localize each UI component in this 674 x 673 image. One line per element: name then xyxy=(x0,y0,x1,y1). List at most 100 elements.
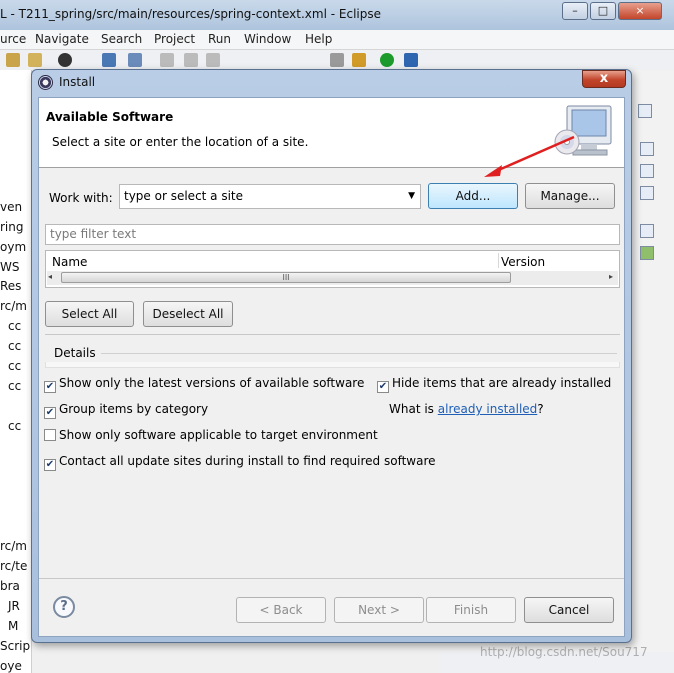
dialog-title: Install xyxy=(59,75,96,89)
eclipse-window-title: L - T211_spring/src/main/resources/sprin… xyxy=(0,7,381,21)
scroll-right-icon[interactable]: ▸ xyxy=(609,272,613,281)
option-label: Group items by category xyxy=(59,402,209,416)
tree-item[interactable]: bra xyxy=(0,579,20,593)
outline-icon[interactable] xyxy=(640,164,654,178)
deselect-all-button[interactable]: Deselect All xyxy=(143,301,233,327)
servers-icon[interactable] xyxy=(640,246,654,260)
toolbar-edit-icon[interactable] xyxy=(28,53,42,67)
toolbar-step-icon[interactable] xyxy=(160,53,174,67)
manage-button[interactable]: Manage... xyxy=(525,183,615,209)
toolbar-list-icon[interactable] xyxy=(330,53,344,67)
eclipse-menubar: urce Navigate Search Project Run Window … xyxy=(0,30,674,50)
page-title: Available Software xyxy=(46,110,174,124)
package-explorer-strip: ven ring oym WS Res rc/m cc cc cc cc cc … xyxy=(0,70,32,673)
tree-item[interactable]: rc/m xyxy=(0,299,27,313)
tree-item[interactable]: Res xyxy=(0,279,21,293)
option-latest-versions[interactable]: ✔ Show only the latest versions of availa… xyxy=(44,376,364,393)
tree-item[interactable]: cc xyxy=(8,379,21,393)
help-icon[interactable]: ? xyxy=(53,596,75,618)
menu-source[interactable]: urce xyxy=(0,32,26,46)
menu-project[interactable]: Project xyxy=(154,32,195,46)
menu-window[interactable]: Window xyxy=(244,32,291,46)
tree-item[interactable]: rc/m xyxy=(0,539,27,553)
checkbox-target[interactable] xyxy=(44,429,56,441)
option-label: Show only software applicable to target … xyxy=(59,428,378,442)
details-label: Details xyxy=(54,346,96,360)
toolbar-stop-icon[interactable] xyxy=(206,53,220,67)
what-is-installed: What is already installed? xyxy=(389,402,544,416)
select-all-button[interactable]: Select All xyxy=(45,301,134,327)
checkbox-hide-installed[interactable]: ✔ xyxy=(377,381,389,393)
work-with-label: Work with: xyxy=(49,191,113,205)
site-combo[interactable]: type or select a site ▼ xyxy=(119,184,421,209)
watermark-text: http://blog.csdn.net/Sou717 xyxy=(480,645,648,659)
column-header-name[interactable]: Name xyxy=(52,255,87,269)
tree-item[interactable]: cc xyxy=(8,339,21,353)
spring-explorer-icon[interactable] xyxy=(638,104,652,118)
tree-item[interactable]: cc xyxy=(8,359,21,373)
already-installed-link[interactable]: already installed xyxy=(438,402,538,416)
checkbox-latest[interactable]: ✔ xyxy=(44,381,56,393)
eclipse-close-button[interactable]: × xyxy=(618,2,662,20)
menu-run[interactable]: Run xyxy=(208,32,231,46)
scroll-left-icon[interactable]: ◂ xyxy=(48,272,52,281)
what-is-prefix: What is xyxy=(389,402,438,416)
maximize-button[interactable]: □ xyxy=(590,2,616,20)
task-list-icon[interactable] xyxy=(640,186,654,200)
details-area xyxy=(45,362,620,368)
filter-input[interactable]: type filter text xyxy=(45,224,620,245)
cancel-button[interactable]: Cancel xyxy=(524,597,614,623)
toolbar-spring-icon[interactable] xyxy=(352,53,366,67)
finish-button[interactable]: Finish xyxy=(426,597,516,623)
option-label: Show only the latest versions of availab… xyxy=(59,376,365,390)
tree-item[interactable]: ring xyxy=(0,220,24,234)
toolbar-build-icon[interactable] xyxy=(6,53,20,67)
horizontal-scrollbar[interactable]: ◂ III ▸ xyxy=(47,271,618,285)
minimize-button[interactable]: – xyxy=(562,2,588,20)
option-contact-update-sites[interactable]: ✔ Contact all update sites during install… xyxy=(44,454,436,471)
tree-item[interactable]: oye xyxy=(0,659,22,673)
option-label: Hide items that are already installed xyxy=(392,376,612,390)
site-combo-value: type or select a site xyxy=(124,189,244,203)
tree-item[interactable]: oym xyxy=(0,240,26,254)
restore-view-icon[interactable] xyxy=(640,142,654,156)
checkbox-group[interactable]: ✔ xyxy=(44,407,56,419)
tree-item[interactable]: cc xyxy=(8,419,21,433)
tree-item[interactable]: ven xyxy=(0,200,22,214)
column-divider[interactable] xyxy=(498,253,499,268)
toolbar-pause-icon[interactable] xyxy=(184,53,198,67)
eclipse-toolbar xyxy=(0,50,674,70)
tree-item[interactable]: cc xyxy=(8,319,21,333)
option-target-environment[interactable]: Show only software applicable to target … xyxy=(44,428,378,442)
eclipse-titlebar: L - T211_spring/src/main/resources/sprin… xyxy=(0,0,674,30)
toolbar-wrench-icon[interactable] xyxy=(404,53,418,67)
toolbar-power-icon[interactable] xyxy=(380,53,394,67)
toolbar-monitor-icon[interactable] xyxy=(102,53,116,67)
tree-item[interactable]: M xyxy=(8,619,18,633)
divider xyxy=(39,578,624,579)
tree-item[interactable]: rc/te xyxy=(0,559,27,573)
scrollbar-thumb[interactable]: III xyxy=(61,272,511,283)
tree-item[interactable]: WS xyxy=(0,260,19,274)
menu-search[interactable]: Search xyxy=(101,32,142,46)
back-button[interactable]: < Back xyxy=(236,597,326,623)
toolbar-profile-icon[interactable] xyxy=(58,53,72,67)
option-hide-installed[interactable]: ✔ Hide items that are already installed xyxy=(377,376,611,393)
checkbox-contact[interactable]: ✔ xyxy=(44,459,56,471)
option-label: Contact all update sites during install … xyxy=(59,454,436,468)
menu-help[interactable]: Help xyxy=(305,32,332,46)
option-group-by-category[interactable]: ✔ Group items by category xyxy=(44,402,208,419)
dialog-close-button[interactable]: x xyxy=(582,70,626,88)
toolbar-debug-icon[interactable] xyxy=(128,53,142,67)
next-button[interactable]: Next > xyxy=(334,597,424,623)
menu-navigate[interactable]: Navigate xyxy=(35,32,89,46)
right-trim-strip xyxy=(630,70,674,673)
add-button[interactable]: Add... xyxy=(428,183,518,209)
tree-item[interactable]: JR xyxy=(8,599,20,613)
divider xyxy=(45,334,620,335)
restore-view-icon[interactable] xyxy=(640,224,654,238)
column-header-version[interactable]: Version xyxy=(501,255,545,269)
chevron-down-icon[interactable]: ▼ xyxy=(408,185,415,208)
tree-item[interactable]: Scrip xyxy=(0,639,30,653)
what-is-suffix: ? xyxy=(537,402,544,416)
